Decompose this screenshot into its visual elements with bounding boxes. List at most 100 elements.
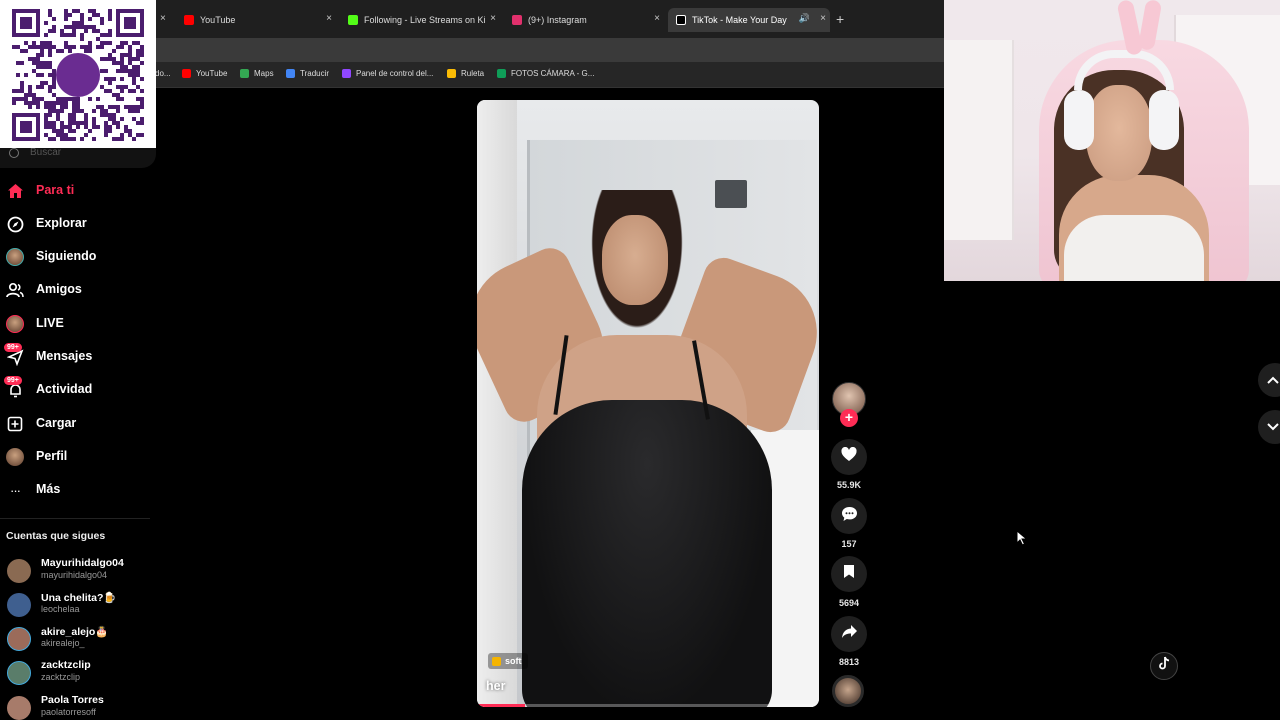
following-account[interactable]: zacktzclip zacktzclip bbox=[0, 659, 156, 689]
previous-video-button[interactable] bbox=[1258, 363, 1280, 397]
bookmark-ruleta[interactable]: Ruleta bbox=[447, 69, 484, 78]
next-video-button[interactable] bbox=[1258, 410, 1280, 444]
home-icon bbox=[6, 182, 24, 200]
tab-youtube[interactable]: YouTube × bbox=[176, 8, 336, 32]
following-account[interactable]: Una chelita?🍺 leochelaa bbox=[0, 591, 156, 621]
save-button[interactable] bbox=[831, 556, 867, 592]
compass-icon bbox=[6, 215, 24, 233]
nav-label: Perfil bbox=[36, 449, 68, 463]
chevron-up-icon bbox=[1267, 371, 1279, 389]
video-progress-bar[interactable] bbox=[477, 704, 819, 707]
like-button[interactable] bbox=[831, 439, 867, 475]
following-account[interactable]: Paola Torres paolatorresoff bbox=[0, 694, 156, 720]
notification-badge: 99+ bbox=[4, 343, 22, 352]
comment-icon bbox=[841, 506, 858, 527]
bookmark-traducir[interactable]: Traducir bbox=[286, 69, 329, 78]
comment-button[interactable] bbox=[831, 498, 867, 534]
drive-icon bbox=[497, 69, 506, 78]
bookmark-fotos[interactable]: FOTOS CÁMARA - G... bbox=[497, 69, 594, 78]
tiktok-icon bbox=[1157, 656, 1171, 676]
tab-instagram[interactable]: (9+) Instagram × bbox=[504, 8, 664, 32]
account-name: Una chelita?🍺 bbox=[41, 592, 117, 604]
nav-label: Amigos bbox=[36, 282, 82, 296]
avatar bbox=[7, 627, 31, 651]
follow-plus-icon[interactable]: + bbox=[840, 409, 858, 427]
tiktok-app-button[interactable] bbox=[1150, 652, 1178, 680]
live-avatar bbox=[6, 315, 24, 333]
tab-label: Following - Live Streams on Ki bbox=[364, 15, 486, 25]
video-wall-box bbox=[715, 180, 747, 208]
avatar bbox=[7, 593, 31, 617]
close-icon[interactable]: × bbox=[490, 13, 496, 24]
nav-label: Actividad bbox=[36, 382, 93, 396]
music-disc[interactable] bbox=[832, 675, 864, 707]
search-icon bbox=[9, 148, 19, 158]
bookmark-maps[interactable]: Maps bbox=[240, 69, 274, 78]
more-icon: ··· bbox=[10, 482, 21, 498]
video-player[interactable]: soft her bbox=[477, 100, 819, 707]
yape-logo-icon bbox=[56, 53, 100, 97]
video-person-dress bbox=[522, 400, 772, 707]
bookmark-twitch-panel[interactable]: Panel de control del... bbox=[342, 69, 433, 78]
following-account[interactable]: akire_alejo🎂 akirealejo_ bbox=[0, 625, 156, 655]
chevron-down-icon bbox=[1267, 418, 1279, 436]
tab-close-icon[interactable]: × bbox=[160, 13, 166, 24]
account-handle: akirealejo_ bbox=[41, 638, 85, 648]
share-button[interactable] bbox=[831, 616, 867, 652]
mouse-cursor bbox=[1016, 529, 1028, 551]
kick-icon bbox=[348, 15, 358, 25]
nav-label: Cargar bbox=[36, 416, 77, 430]
tiktok-icon bbox=[676, 15, 686, 25]
headphones-cup bbox=[1149, 90, 1179, 150]
save-count: 5694 bbox=[838, 598, 860, 608]
tab-label: TikTok - Make Your Day bbox=[692, 15, 787, 25]
close-icon[interactable]: × bbox=[326, 13, 332, 24]
friends-icon bbox=[6, 281, 24, 299]
nav-label: Siguiendo bbox=[36, 249, 97, 263]
youtube-icon bbox=[182, 69, 191, 78]
account-handle: leochelaa bbox=[41, 604, 80, 614]
tab-label: YouTube bbox=[200, 15, 236, 25]
webcam-overlay bbox=[944, 0, 1280, 281]
bookmark-youtube[interactable]: YouTube bbox=[182, 69, 227, 78]
yape-qr-code bbox=[0, 0, 156, 148]
avatar bbox=[6, 248, 24, 266]
speaker-icon[interactable]: 🔊 bbox=[799, 13, 810, 24]
account-name: Paola Torres bbox=[41, 694, 104, 706]
close-icon[interactable]: × bbox=[820, 13, 826, 24]
new-tab-icon[interactable]: + bbox=[836, 11, 844, 27]
nav-label: Para ti bbox=[36, 183, 75, 197]
webcam-person-top bbox=[1064, 215, 1204, 281]
share-arrow-icon bbox=[841, 624, 858, 644]
youtube-icon bbox=[184, 15, 194, 25]
webcam-person-face bbox=[1086, 85, 1152, 181]
comment-count: 157 bbox=[841, 539, 857, 549]
qr-code-image bbox=[12, 9, 144, 141]
account-name: Mayurihidalgo04 bbox=[41, 557, 124, 569]
tab-tiktok[interactable]: TikTok - Make Your Day 🔊 × bbox=[668, 8, 830, 32]
tab-kick[interactable]: Following - Live Streams on Ki × bbox=[340, 8, 500, 32]
heart-icon bbox=[841, 446, 857, 467]
video-tag[interactable]: soft bbox=[488, 653, 528, 669]
translate-icon bbox=[286, 69, 295, 78]
tab-label: (9+) Instagram bbox=[528, 15, 587, 25]
maps-icon bbox=[240, 69, 249, 78]
tag-label: soft bbox=[505, 656, 522, 666]
close-icon[interactable]: × bbox=[654, 13, 660, 24]
bookmark-item[interactable]: do... bbox=[155, 69, 171, 78]
headphones-cup bbox=[1064, 90, 1094, 150]
avatar bbox=[7, 696, 31, 720]
search-placeholder: Buscar bbox=[30, 147, 62, 158]
account-handle: mayurihidalgo04 bbox=[41, 570, 108, 580]
following-section-title: Cuentas que sigues bbox=[6, 530, 106, 542]
divider bbox=[0, 518, 150, 519]
upload-icon bbox=[6, 415, 24, 433]
notification-badge: 99+ bbox=[4, 376, 22, 385]
bookmark-icon bbox=[843, 564, 855, 584]
video-person-face bbox=[602, 215, 668, 305]
share-count: 8813 bbox=[838, 657, 860, 667]
tag-icon bbox=[492, 656, 501, 666]
following-account[interactable]: Mayurihidalgo04 mayurihidalgo04 bbox=[0, 557, 156, 587]
like-count: 55.9K bbox=[836, 480, 862, 490]
nav-label: Más bbox=[36, 482, 61, 496]
